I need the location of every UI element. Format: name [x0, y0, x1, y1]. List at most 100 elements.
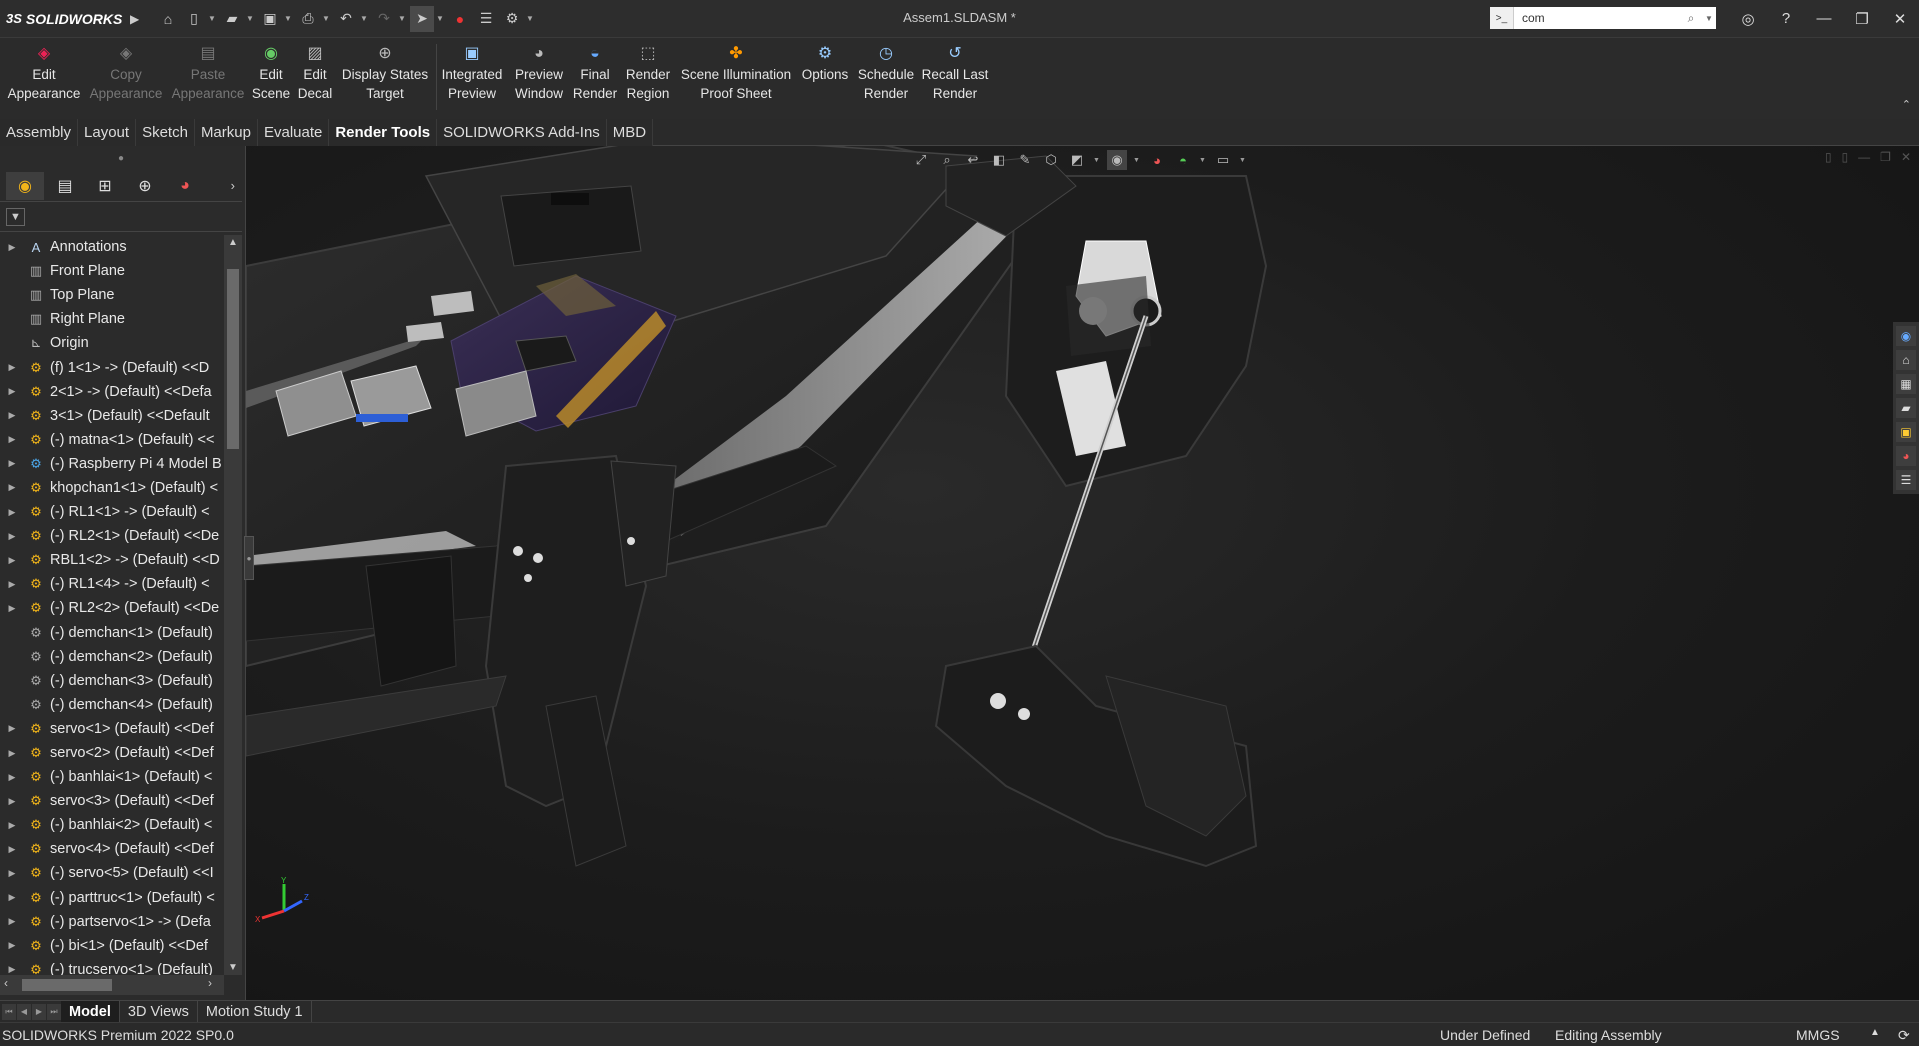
home-icon[interactable]: ⌂ — [156, 6, 180, 32]
tree-node[interactable]: ▶ A Annotations — [0, 235, 224, 259]
view-palette-icon[interactable]: ▣ — [1896, 422, 1916, 442]
expand-arrow-icon[interactable]: ▶ — [0, 748, 24, 759]
expand-arrow-icon[interactable]: ▶ — [0, 434, 24, 445]
file-properties-icon[interactable]: ☰ — [474, 6, 498, 32]
tab-markup[interactable]: Markup — [194, 119, 258, 146]
rebuild-status-icon[interactable]: ⟳ — [1898, 1027, 1910, 1044]
new-document-icon[interactable]: ▯ — [182, 6, 206, 32]
tree-node[interactable]: ▶ ⚙ (-) parttruc<1> (Default) < — [0, 886, 224, 910]
edit-decal-button[interactable]: ▨ Edit Decal — [296, 42, 334, 114]
paste-appearance-button[interactable]: ▤ Paste Appearance — [170, 42, 246, 114]
scene-illumination-proof-sheet-button[interactable]: ✤ Scene Illumination Proof Sheet — [678, 42, 794, 114]
solidworks-logo[interactable]: 3S SOLIDWORKS — [0, 11, 130, 27]
expand-arrow-icon[interactable]: ▶ — [0, 868, 24, 879]
scroll-up-icon[interactable]: ▲ — [224, 237, 242, 248]
chevron-down-icon[interactable]: ▼ — [1239, 157, 1247, 164]
design-library-icon[interactable]: ⌂ — [1896, 350, 1916, 370]
expand-arrow-icon[interactable]: ▶ — [0, 723, 24, 734]
tree-node[interactable]: ▶ ⚙ khopchan1<1> (Default) < — [0, 476, 224, 500]
tab-model[interactable]: Model — [61, 1000, 120, 1023]
tab-assembly[interactable]: Assembly — [0, 119, 79, 146]
chevron-down-icon[interactable]: ▼ — [1199, 157, 1207, 164]
zoom-to-fit-icon[interactable]: ⤢ — [911, 150, 931, 170]
integrated-preview-button[interactable]: ▣ Integrated Preview — [440, 42, 504, 114]
unit-system[interactable]: MMGS — [1796, 1027, 1840, 1043]
dynamic-annotation-icon[interactable]: ✎ — [1015, 150, 1035, 170]
display-style-icon[interactable]: ◩ — [1067, 150, 1087, 170]
expand-arrow-icon[interactable]: ▶ — [0, 555, 24, 566]
options-gear-icon[interactable]: ⚙ — [500, 6, 524, 32]
schedule-render-button[interactable]: ◷ Schedule Render — [856, 42, 916, 114]
user-account-icon[interactable]: ◎ — [1729, 0, 1767, 37]
first-tab-icon[interactable]: ⏮ — [2, 1003, 16, 1020]
vertical-scrollbar[interactable]: ▲ ▼ — [224, 235, 242, 975]
expand-arrow-icon[interactable]: ▶ — [0, 964, 24, 975]
expand-arrow-icon[interactable]: ▶ — [0, 386, 24, 397]
tree-node[interactable]: ▶ ⚙ 3<1> (Default) <<Default — [0, 404, 224, 428]
chevron-down-icon[interactable]: ▼ — [436, 14, 446, 23]
section-view-icon[interactable]: ◧ — [989, 150, 1009, 170]
tree-node[interactable]: ▶ ⚙ (-) RL1<4> -> (Default) < — [0, 572, 224, 596]
tree-node[interactable]: ▶ ⚙ (-) RL1<1> -> (Default) < — [0, 500, 224, 524]
hide-show-items-icon[interactable]: ◉ — [1107, 150, 1127, 170]
edit-appearance-icon[interactable]: ◕ — [1147, 150, 1167, 170]
expand-arrow-icon[interactable]: ▶ — [0, 507, 24, 518]
expand-arrow-icon[interactable]: ▶ — [0, 410, 24, 421]
search-box[interactable]: >_ com ⌕ ▼ — [1490, 7, 1716, 29]
options-button[interactable]: ⚙ Options — [798, 42, 852, 114]
displaymanager-tab-icon[interactable]: ◕ — [166, 172, 204, 200]
edit-scene-button[interactable]: ◉ Edit Scene — [252, 42, 290, 114]
solidworks-resources-icon[interactable]: ◉ — [1896, 326, 1916, 346]
tree-node[interactable]: ▶ ⚙ servo<4> (Default) <<Def — [0, 837, 224, 861]
view-settings-icon[interactable]: ▭ — [1213, 150, 1233, 170]
tree-node[interactable]: ▥ Front Plane — [0, 259, 224, 283]
close-icon[interactable]: ✕ — [1881, 0, 1919, 37]
tree-node[interactable]: ⚙ (-) demchan<3> (Default) — [0, 669, 224, 693]
chevron-down-icon[interactable]: ▼ — [1133, 157, 1141, 164]
scroll-down-icon[interactable]: ▼ — [224, 962, 242, 973]
undo-icon[interactable]: ↶ — [334, 6, 358, 32]
graphics-area[interactable]: ⤢ ⌕ ↩ ◧ ✎ ⬡ ◩ ▼ ◉ ▼ ◕ ◓ ▼ ▭ ▼ ▯ ▯ — ❐ ✕ … — [246, 146, 1919, 1000]
chevron-down-icon[interactable]: ▼ — [322, 14, 332, 23]
tree-node[interactable]: ▶ ⚙ 2<1> -> (Default) <<Defa — [0, 380, 224, 404]
expand-arrow-icon[interactable]: ▶ — [0, 242, 24, 253]
split-view-icon[interactable]: ▯ — [1842, 150, 1849, 164]
tree-node[interactable]: ▶ ⚙ (-) banhlai<1> (Default) < — [0, 765, 224, 789]
tree-node[interactable]: ▶ ⚙ (-) matna<1> (Default) << — [0, 428, 224, 452]
tree-node[interactable]: ⚙ (-) demchan<1> (Default) — [0, 621, 224, 645]
view-orientation-icon[interactable]: ⬡ — [1041, 150, 1061, 170]
expand-arrow-icon[interactable]: ▶ — [0, 362, 24, 373]
tab-3d-views[interactable]: 3D Views — [120, 1000, 198, 1023]
minimize-icon[interactable]: — — [1858, 150, 1870, 164]
help-icon[interactable]: ? — [1767, 0, 1805, 37]
close-icon[interactable]: ✕ — [1901, 150, 1911, 164]
tree-node[interactable]: ⚙ (-) demchan<2> (Default) — [0, 645, 224, 669]
edit-appearance-button[interactable]: ◈ Edit Appearance — [6, 42, 82, 114]
chevron-down-icon[interactable]: ▼ — [526, 14, 536, 23]
propertymanager-tab-icon[interactable]: ▤ — [46, 172, 84, 200]
tree-node[interactable]: ▶ ⚙ (-) trucservo<1> (Default) — [0, 958, 224, 975]
open-folder-icon[interactable]: ▰ — [1896, 398, 1916, 418]
filter-icon[interactable]: ▼ — [6, 207, 25, 226]
rebuild-traffic-light-icon[interactable]: ● — [448, 6, 472, 32]
scroll-thumb[interactable] — [22, 979, 112, 991]
scroll-left-icon[interactable]: ‹ — [4, 976, 8, 990]
expand-arrow-icon[interactable]: ▶ — [0, 844, 24, 855]
robot-dog-model[interactable] — [246, 146, 1919, 1000]
panel-splitter-handle[interactable]: ● — [244, 536, 254, 580]
tree-node[interactable]: ▥ Top Plane — [0, 283, 224, 307]
tree-node[interactable]: ▶ ⚙ (f) 1<1> -> (Default) <<D — [0, 355, 224, 379]
chevron-down-icon[interactable]: ▼ — [1702, 14, 1716, 23]
command-prompt-icon[interactable]: >_ — [1490, 7, 1514, 29]
chevron-down-icon[interactable]: ▼ — [1093, 157, 1101, 164]
expand-arrow-icon[interactable]: ▶ — [0, 820, 24, 831]
open-folder-icon[interactable]: ▰ — [220, 6, 244, 32]
split-view-icon[interactable]: ▯ — [1825, 150, 1832, 164]
search-icon[interactable]: ⌕ — [1680, 11, 1702, 26]
restore-icon[interactable]: ❐ — [1880, 150, 1891, 164]
last-tab-icon[interactable]: ⏭ — [47, 1003, 61, 1020]
tree-node[interactable]: ▶ ⚙ (-) RL2<2> (Default) <<De — [0, 596, 224, 620]
chevron-up-icon[interactable]: ▲ — [1870, 1027, 1880, 1038]
featuremanager-tab-icon[interactable]: ◉ — [6, 171, 44, 200]
tree-node[interactable]: ▶ ⚙ (-) bi<1> (Default) <<Def — [0, 934, 224, 958]
